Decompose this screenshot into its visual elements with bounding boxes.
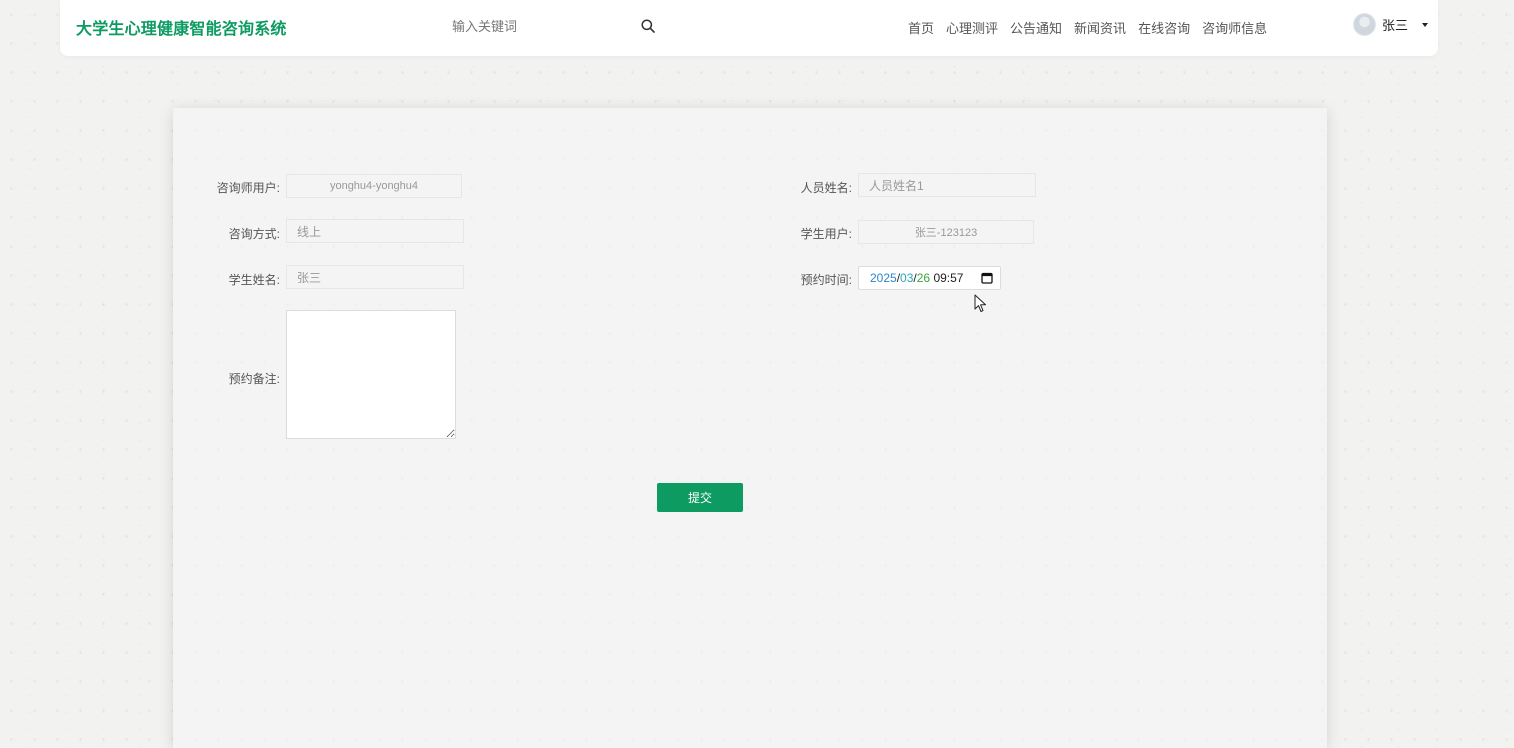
top-navbar: 大学生心理健康智能咨询系统 首页 心理测评 公告通知 新闻资讯 在线咨询 咨询师… [60,0,1438,56]
appointment-clock[interactable]: 09:57 [933,271,963,285]
remark-label: 预约备注: [228,372,280,386]
search-icon[interactable] [640,18,656,34]
nav-item-notices[interactable]: 公告通知 [1010,18,1062,37]
appointment-time-input[interactable]: 2025/03/26 09:57 [858,266,1001,290]
nav-item-psych-test[interactable]: 心理测评 [946,18,998,37]
user-name: 张三 [1382,18,1409,33]
remark-textarea[interactable] [286,310,456,439]
appointment-month[interactable]: 03 [900,271,913,285]
main-nav: 首页 心理测评 公告通知 新闻资讯 在线咨询 咨询师信息 [908,18,1267,37]
student-user-field[interactable] [858,220,1034,244]
student-name-field[interactable] [286,265,464,289]
staff-name-label: 人员姓名: [800,181,852,195]
student-name-label: 学生姓名: [228,273,280,287]
nav-item-news[interactable]: 新闻资讯 [1074,18,1126,37]
counselor-user-field[interactable] [286,174,462,198]
search-input[interactable] [438,10,628,42]
nav-item-online-consult[interactable]: 在线咨询 [1138,18,1190,37]
site-logo[interactable]: 大学生心理健康智能咨询系统 [76,15,287,39]
submit-button[interactable]: 提交 [657,483,743,512]
calendar-icon[interactable] [981,272,993,284]
appointment-time-label: 预约时间: [800,273,852,287]
nav-item-counselor-info[interactable]: 咨询师信息 [1202,18,1267,37]
staff-name-field[interactable] [858,173,1036,197]
appointment-day[interactable]: 26 [917,271,930,285]
search-bar [438,10,668,42]
appointment-year[interactable]: 2025 [870,271,897,285]
avatar[interactable] [1353,13,1376,36]
user-menu[interactable]: 张三 [1353,13,1429,36]
mouse-pointer-icon [974,294,986,312]
consult-method-label: 咨询方式: [228,227,280,241]
consult-method-field[interactable] [286,219,464,243]
nav-item-home[interactable]: 首页 [908,18,934,37]
counselor-user-label: 咨询师用户: [216,181,280,195]
student-user-label: 学生用户: [800,227,852,241]
caret-down-icon[interactable] [1422,22,1429,27]
